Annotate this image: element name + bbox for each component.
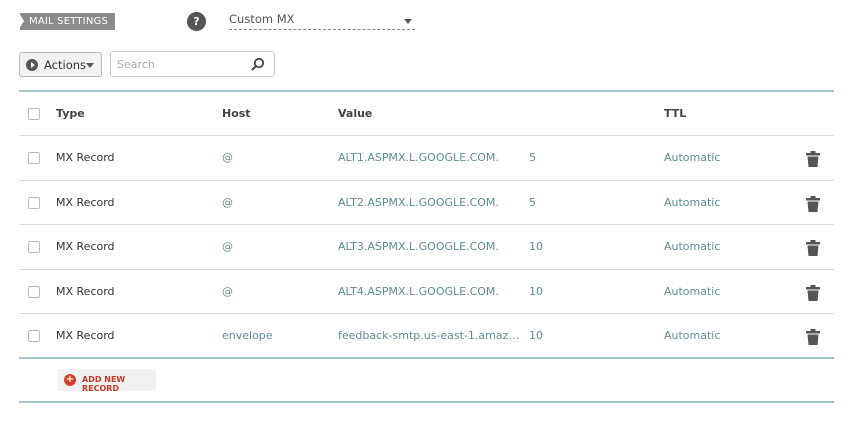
select-all-checkbox[interactable] [28, 108, 40, 120]
column-type: Type [56, 107, 85, 120]
chevron-down-icon [86, 63, 94, 68]
row-checkbox[interactable] [28, 285, 40, 298]
record-host[interactable]: @ [222, 225, 233, 269]
help-icon[interactable]: ? [187, 12, 206, 31]
record-type: MX Record [56, 195, 115, 209]
table-row: MX Record @ ALT4.ASPMX.L.GOOGLE.COM. 10 … [19, 270, 834, 314]
table-row: MX Record @ ALT1.ASPMX.L.GOOGLE.COM. 5 A… [19, 136, 834, 181]
actions-button[interactable]: Actions [19, 52, 102, 77]
record-value[interactable]: ALT4.ASPMX.L.GOOGLE.COM. [338, 270, 523, 314]
record-value[interactable]: ALT3.ASPMX.L.GOOGLE.COM. [338, 225, 523, 269]
add-new-record-button[interactable]: + ADD NEW RECORD [58, 368, 156, 393]
record-type: MX Record [56, 329, 115, 342]
record-ttl[interactable]: Automatic [664, 136, 720, 180]
table-row: MX Record envelope feedback-smtp.us-east… [19, 314, 834, 359]
record-ttl[interactable]: Automatic [664, 314, 720, 358]
row-checkbox[interactable] [28, 241, 40, 253]
row-checkbox[interactable] [28, 152, 40, 164]
add-new-record-label: ADD NEW RECORD [82, 374, 126, 393]
column-value: Value [338, 107, 373, 120]
add-record-row: + ADD NEW RECORD [19, 359, 834, 403]
trash-icon[interactable] [806, 329, 820, 345]
record-priority[interactable]: 10 [529, 314, 543, 358]
record-priority[interactable]: 10 [529, 225, 543, 269]
row-checkbox[interactable] [28, 196, 40, 209]
mail-mode-select[interactable]: Custom MX [229, 12, 415, 30]
record-value[interactable]: feedback-smtp.us-east-1.amazonses... [338, 314, 523, 358]
table-row: MX Record @ ALT3.ASPMX.L.GOOGLE.COM. 10 … [19, 225, 834, 270]
record-value[interactable]: ALT2.ASPMX.L.GOOGLE.COM. [338, 181, 523, 225]
record-type: MX Record [56, 284, 115, 298]
trash-icon[interactable] [806, 151, 820, 167]
record-value[interactable]: ALT1.ASPMX.L.GOOGLE.COM. [338, 136, 523, 180]
plus-icon: + [64, 373, 76, 386]
record-host[interactable]: @ [222, 270, 233, 314]
mail-mode-value: Custom MX [229, 12, 295, 26]
mx-records-table: Type Host Value TTL MX Record @ ALT1.ASP… [19, 90, 834, 403]
record-priority[interactable]: 5 [529, 181, 536, 225]
column-ttl: TTL [664, 107, 687, 120]
table-header: Type Host Value TTL [19, 92, 834, 136]
record-priority[interactable]: 10 [529, 270, 543, 314]
chevron-down-icon [404, 19, 412, 24]
search-input[interactable] [117, 56, 245, 72]
record-ttl[interactable]: Automatic [664, 270, 720, 314]
search-box [110, 51, 275, 77]
trash-icon[interactable] [806, 240, 820, 256]
record-type: MX Record [56, 240, 115, 253]
trash-icon[interactable] [806, 284, 820, 301]
row-checkbox[interactable] [28, 330, 40, 342]
search-icon[interactable] [251, 57, 265, 71]
record-priority[interactable]: 5 [529, 136, 536, 180]
mail-settings-tag: MAIL SETTINGS [18, 13, 116, 30]
play-icon [26, 59, 38, 71]
record-host[interactable]: @ [222, 136, 233, 180]
record-ttl[interactable]: Automatic [664, 225, 720, 269]
record-host[interactable]: @ [222, 181, 233, 225]
trash-icon[interactable] [806, 195, 820, 212]
actions-label: Actions [44, 58, 87, 72]
record-host[interactable]: envelope [222, 314, 273, 358]
record-ttl[interactable]: Automatic [664, 181, 720, 225]
column-host: Host [222, 107, 251, 120]
table-row: MX Record @ ALT2.ASPMX.L.GOOGLE.COM. 5 A… [19, 181, 834, 225]
record-type: MX Record [56, 151, 115, 164]
